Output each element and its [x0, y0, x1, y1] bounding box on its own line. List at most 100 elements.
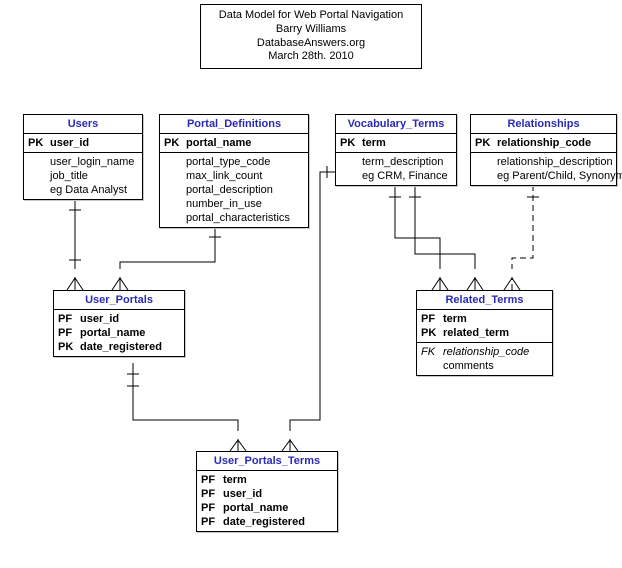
entity-portal-definitions-body: PKportal_name portal_type_code max_link_co…: [160, 134, 308, 227]
entity-related-terms: Related_Terms PFtermPKrelated_termFKrela…: [416, 290, 553, 376]
attribute-row: PKportal_name: [160, 136, 308, 153]
entity-vocabulary-terms-body: PKterm term_descriptioneg CRM, Finance: [336, 134, 456, 185]
key-column: PF: [201, 488, 223, 500]
key-column: [164, 198, 186, 210]
attribute-name: portal_characteristics: [186, 212, 290, 224]
entity-user-portals-terms: User_Portals_Terms PFtermPFuser_idPFport…: [196, 451, 338, 532]
key-column: PK: [475, 137, 497, 149]
attribute-name: relationship_code: [443, 346, 529, 358]
title-line-3: DatabaseAnswers.org: [211, 37, 411, 51]
key-column: FK: [421, 346, 443, 358]
key-column: [421, 360, 443, 372]
key-column: [164, 184, 186, 196]
key-column: [28, 156, 50, 168]
entity-relationships: Relationships PKrelationship_coderelatio…: [470, 114, 617, 186]
attribute-name: term_description: [362, 156, 443, 168]
entity-users: Users PKuser_id user_login_name job_titlee…: [23, 114, 143, 200]
entity-user-portals-header: User_Portals: [54, 291, 184, 310]
attribute-row: PFportal_name: [197, 501, 337, 515]
key-column: PK: [421, 327, 443, 339]
attribute-name: user_id: [223, 488, 262, 500]
attribute-name: comments: [443, 360, 494, 372]
attribute-row: portal_characteristics: [160, 211, 308, 225]
key-column: [340, 170, 362, 182]
attribute-row: user_login_name: [24, 153, 142, 169]
key-column: [475, 156, 497, 168]
entity-user-portals-terms-header: User_Portals_Terms: [197, 452, 337, 471]
key-column: PK: [28, 137, 50, 149]
key-column: PF: [201, 516, 223, 528]
entity-user-portals: User_Portals PFuser_idPFportal_namePKdat…: [53, 290, 185, 357]
key-column: [475, 170, 497, 182]
entity-user-portals-body: PFuser_idPFportal_namePKdate_registered: [54, 310, 184, 356]
attribute-row: eg Parent/Child, Synonym: [471, 169, 616, 183]
attribute-row: PKuser_id: [24, 136, 142, 153]
attribute-name: eg Parent/Child, Synonym: [497, 170, 622, 182]
key-column: [28, 184, 50, 196]
title-line-1: Data Model for Web Portal Navigation: [211, 9, 411, 23]
title-line-4: March 28th. 2010: [211, 50, 411, 64]
entity-user-portals-terms-body: PFtermPFuser_idPFportal_namePFdate_regis…: [197, 471, 337, 531]
attribute-row: PKrelated_term: [417, 326, 552, 343]
title-line-2: Barry Williams: [211, 23, 411, 37]
attribute-name: term: [443, 313, 467, 325]
attribute-row: term_description: [336, 153, 456, 169]
key-column: [28, 170, 50, 182]
key-column: [340, 156, 362, 168]
attribute-row: PKrelationship_code: [471, 136, 616, 153]
entity-related-terms-body: PFtermPKrelated_termFKrelationship_codec…: [417, 310, 552, 375]
attribute-name: term: [362, 137, 386, 149]
key-column: PF: [421, 313, 443, 325]
attribute-row: FKrelationship_code: [417, 343, 552, 359]
attribute-name: user_id: [50, 137, 89, 149]
attribute-name: user_id: [80, 313, 119, 325]
attribute-name: portal_name: [186, 137, 251, 149]
attribute-name: relationship_description: [497, 156, 613, 168]
entity-users-header: Users: [24, 115, 142, 134]
attribute-row: number_in_use: [160, 197, 308, 211]
attribute-row: PFdate_registered: [197, 515, 337, 529]
attribute-name: portal_type_code: [186, 156, 270, 168]
attribute-name: number_in_use: [186, 198, 262, 210]
attribute-name: eg Data Analyst: [50, 184, 127, 196]
key-column: PK: [164, 137, 186, 149]
key-column: PF: [201, 474, 223, 486]
attribute-row: eg Data Analyst: [24, 183, 142, 197]
attribute-name: job_title: [50, 170, 88, 182]
attribute-row: portal_description: [160, 183, 308, 197]
attribute-name: portal_name: [223, 502, 288, 514]
key-column: PK: [58, 341, 80, 353]
attribute-name: relationship_code: [497, 137, 591, 149]
attribute-row: max_link_count: [160, 169, 308, 183]
attribute-name: max_link_count: [186, 170, 262, 182]
attribute-row: job_title: [24, 169, 142, 183]
key-column: PF: [201, 502, 223, 514]
attribute-row: PKdate_registered: [54, 340, 184, 354]
entity-relationships-body: PKrelationship_code relationship_descript…: [471, 134, 616, 185]
attribute-name: related_term: [443, 327, 509, 339]
attribute-name: date_registered: [80, 341, 162, 353]
attribute-name: date_registered: [223, 516, 305, 528]
attribute-name: term: [223, 474, 247, 486]
attribute-row: PFuser_id: [54, 312, 184, 326]
attribute-row: portal_type_code: [160, 153, 308, 169]
diagram-title-box: Data Model for Web Portal Navigation Bar…: [200, 4, 422, 69]
entity-portal-definitions: Portal_Definitions PKportal_name portal_t…: [159, 114, 309, 228]
entity-vocabulary-terms-header: Vocabulary_Terms: [336, 115, 456, 134]
attribute-row: PFportal_name: [54, 326, 184, 340]
attribute-row: PKterm: [336, 136, 456, 153]
entity-portal-definitions-header: Portal_Definitions: [160, 115, 308, 134]
attribute-name: eg CRM, Finance: [362, 170, 448, 182]
attribute-name: portal_name: [80, 327, 145, 339]
attribute-row: relationship_description: [471, 153, 616, 169]
key-column: PF: [58, 313, 80, 325]
attribute-row: comments: [417, 359, 552, 373]
key-column: PK: [340, 137, 362, 149]
attribute-name: user_login_name: [50, 156, 134, 168]
attribute-row: PFterm: [197, 473, 337, 487]
attribute-row: PFterm: [417, 312, 552, 326]
entity-related-terms-header: Related_Terms: [417, 291, 552, 310]
entity-users-body: PKuser_id user_login_name job_titleeg Data…: [24, 134, 142, 199]
key-column: PF: [58, 327, 80, 339]
key-column: [164, 170, 186, 182]
